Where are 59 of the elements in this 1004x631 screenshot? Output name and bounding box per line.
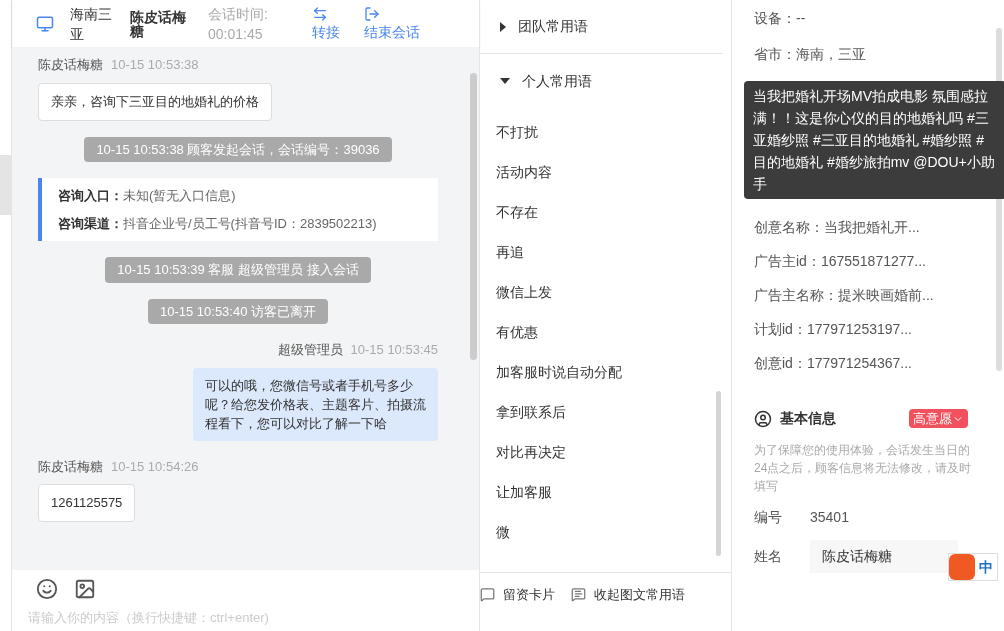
customer-name: 陈皮话梅糖 [130,9,187,38]
comment-icon [480,587,495,603]
transfer-icon [312,5,328,22]
message-time: 10-15 10:54:26 [111,457,199,476]
sender-name: 陈皮话梅糖 [38,56,103,74]
image-icon[interactable] [74,578,96,600]
transfer-button[interactable]: 转接 [312,5,340,42]
phrase-item[interactable]: 对比再决定 [496,432,716,472]
field-value: 35401 [810,508,849,527]
scrollbar[interactable] [470,73,477,360]
lead-card-button[interactable]: 留资卡片 [480,585,555,605]
exit-icon [364,5,380,22]
sender-name: 陈皮话梅糖 [38,457,103,476]
phrase-item[interactable]: 微 [496,512,716,552]
phrase-item[interactable]: 有优惠 [496,312,716,352]
collapse-phrases-button[interactable]: 收起图文常用语 [571,585,685,605]
message-bubble: 1261125575 [38,484,136,522]
system-notice: 10-15 10:53:40 访客已离开 [147,298,329,324]
section-title: 基本信息 [780,409,836,428]
phrase-item[interactable]: 拿到联系后 [496,392,716,432]
phrase-item[interactable]: 再追 [496,232,716,272]
name-field[interactable]: 陈皮话梅糖 [810,540,958,573]
duration-value: 00:01:45 [208,24,264,44]
detail-row-text: 创意名称：当我把婚礼开... [754,217,920,237]
phrase-item[interactable]: 加客服时说自动分配 [496,352,716,392]
detail-row-text: 计划id：177971253197... [754,319,912,339]
message-bubble: 可以的哦，您微信号或者手机号多少呢？给您发价格表、主题客片、拍摄流程看下，您可以对比了解一下哈 [193,367,438,441]
detail-row-text: 广告主名称：提米映画婚前... [754,285,934,305]
sender-name: 超级管理员 [277,341,343,359]
phrase-item[interactable]: 不打扰 [496,112,716,152]
phrase-item[interactable]: 不存在 [496,192,716,232]
location-text: 海南三亚 [70,4,113,44]
system-notice: 10-15 10:53:38 顾客发起会话，会话编号：39036 [84,136,392,162]
duration-label: 会话时间: [208,4,269,24]
phrase-item[interactable]: 微信上发 [496,272,716,312]
monitor-icon [36,14,54,33]
system-notice: 10-15 10:53:39 客服 超级管理员 接入会话 [105,257,371,283]
emoji-icon[interactable] [36,578,58,600]
message-time: 10-15 10:53:45 [350,341,438,359]
phrase-item[interactable]: 活动内容 [496,152,716,192]
notice-text: 为了保障您的使用体验，会话发生当日的24点之后，顾客信息将无法修改，请及时填写 [754,442,973,495]
scrollbar[interactable] [716,391,721,556]
detail-row-text: 省市：海南，三亚 [754,44,866,64]
user-icon [754,409,772,428]
field-label: 编号 [754,508,783,527]
detail-row-text: 创意id：177971254367... [754,353,912,373]
message-bubble: 亲亲，咨询下三亚目的地婚礼的价格 [38,82,272,121]
info-line: 咨询入口：未知(暂无入口信息) [58,187,237,205]
comment-icon [571,587,586,603]
detail-row-text: 广告主id：167551871277... [754,251,926,271]
phrase-item[interactable]: 让加客服 [496,472,716,512]
phrase-group-toggle[interactable]: 团队常用语 [500,16,588,37]
message-time: 10-15 10:53:38 [111,56,199,74]
detail-row-text: 设备：-- [754,9,806,28]
info-line: 咨询渠道：抖音企业号/员工号(抖音号ID：2839502213) [58,214,378,233]
phrase-group-toggle[interactable]: 个人常用语 [500,70,592,92]
field-label: 姓名 [754,547,783,566]
tooltip: 当我把婚礼开场MV拍成电影 氛围感拉满！！这是你心仪的目的地婚礼吗 #三亚婚纱照 #三亚目的地婚礼 #婚纱照 #目的地婚礼 #婚纱旅拍mv @DOU+小助手 [744,81,1004,199]
end-session-button[interactable]: 结束会话 [364,5,420,42]
